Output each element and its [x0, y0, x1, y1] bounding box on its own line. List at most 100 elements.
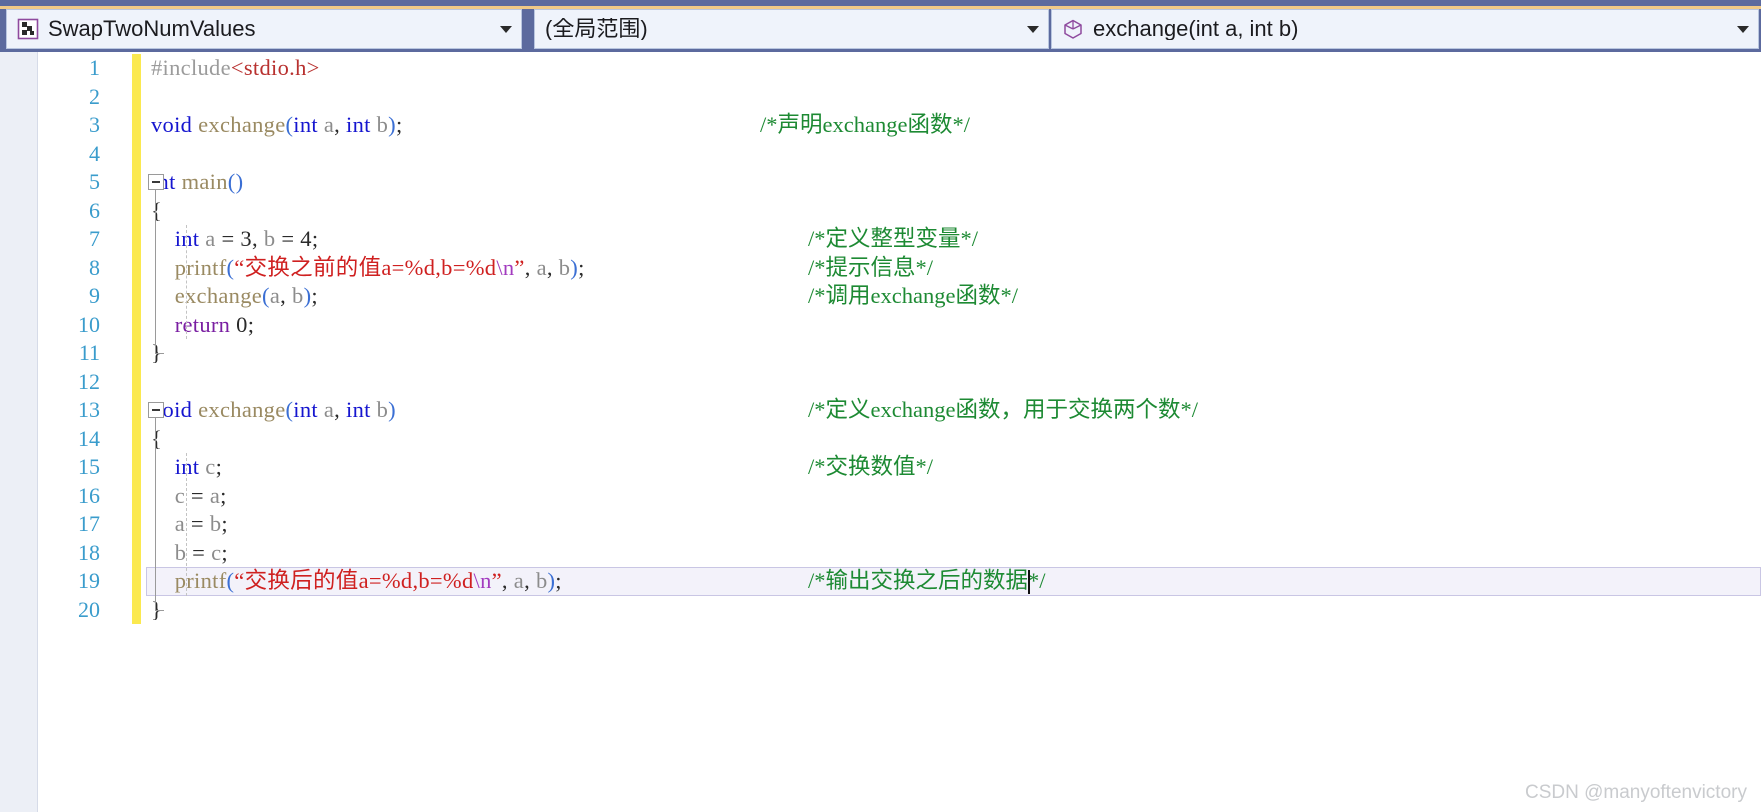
- code-line[interactable]: 4: [38, 139, 1761, 168]
- unsaved-change-indicator: [132, 424, 141, 453]
- code-line[interactable]: 5 int main(): [38, 168, 1761, 197]
- code-token: =: [185, 482, 210, 508]
- code-token: a: [323, 397, 335, 422]
- code-token: b: [376, 397, 389, 422]
- code-token: ;: [395, 112, 403, 137]
- line-number: 11: [78, 340, 100, 365]
- code-text[interactable]: void exchange(int a, int b);: [151, 111, 403, 140]
- unsaved-change-indicator: [132, 111, 141, 140]
- code-line[interactable]: 6{: [38, 196, 1761, 226]
- code-token: c: [151, 482, 185, 508]
- code-token: b: [535, 568, 548, 593]
- code-line[interactable]: 11}: [38, 339, 1761, 368]
- code-text[interactable]: c = a;: [151, 482, 227, 511]
- code-line[interactable]: 14 {: [38, 424, 1761, 454]
- line-number: 17: [78, 511, 100, 536]
- code-line[interactable]: 18 b = c;: [38, 538, 1761, 568]
- code-text[interactable]: int main(): [151, 168, 243, 197]
- code-line[interactable]: 3 void exchange(int a, int b); /*声明exchang…: [38, 111, 1761, 140]
- member-selector-combobox[interactable]: exchange(int a, int b): [1051, 9, 1759, 49]
- code-text[interactable]: int a = 3, b = 4;: [151, 225, 318, 254]
- project-selector-combobox[interactable]: SwapTwoNumValues: [6, 9, 522, 49]
- code-line[interactable]: 17 a = b;: [38, 510, 1761, 539]
- code-comment: /*调用exchange函数*/: [808, 283, 1018, 308]
- unsaved-change-indicator: [132, 82, 141, 111]
- code-line[interactable]: 20}: [38, 595, 1761, 624]
- navigation-bar: SwapTwoNumValues (全局范围) exchange(int a, …: [0, 0, 1761, 52]
- code-text[interactable]: printf(“交换后的值a=%d,b=%d\n”, a, b);: [151, 567, 562, 596]
- code-editor[interactable]: 1 #include<stdio.h> 2 3 void exchange(int a,…: [0, 52, 1761, 812]
- code-token: void: [151, 112, 199, 137]
- code-line[interactable]: 16 c = a;: [38, 481, 1761, 511]
- code-text[interactable]: b = c;: [151, 539, 228, 568]
- line-number: 15: [78, 454, 100, 479]
- code-comment: /*定义exchange函数，用于交换两个数*/: [808, 397, 1198, 422]
- code-token: int: [346, 112, 377, 137]
- code-token: ”: [491, 568, 502, 593]
- code-token: ,: [546, 254, 559, 280]
- code-token: =: [185, 511, 210, 536]
- unsaved-change-indicator: [132, 139, 141, 168]
- code-comment: /*提示信息*/: [808, 254, 934, 280]
- code-token: ,: [524, 254, 537, 280]
- code-text[interactable]: exchange(a, b);: [151, 282, 318, 311]
- code-line[interactable]: 19 printf(“交换后的值a=%d,b=%d\n”, a, b); /*输出…: [38, 567, 1761, 596]
- code-text[interactable]: #include<stdio.h>: [151, 54, 320, 83]
- collapse-toggle-icon[interactable]: [148, 402, 164, 418]
- indent-guide: [186, 225, 187, 339]
- code-text[interactable]: {: [151, 425, 162, 454]
- code-text-surface[interactable]: 1 #include<stdio.h> 2 3 void exchange(int a,…: [38, 52, 1761, 812]
- scope-selector-combobox[interactable]: (全局范围): [534, 9, 1049, 49]
- code-text[interactable]: a = b;: [151, 510, 228, 539]
- line-number: 4: [89, 140, 100, 166]
- line-number: 16: [78, 482, 100, 508]
- code-token: c: [205, 454, 216, 479]
- chevron-down-icon[interactable]: [497, 10, 515, 48]
- code-line[interactable]: 9 exchange(a, b); /*调用exchange函数*/: [38, 282, 1761, 311]
- chevron-down-icon[interactable]: [1024, 10, 1042, 48]
- code-token: int: [293, 397, 324, 422]
- collapse-toggle-icon[interactable]: [148, 174, 164, 190]
- code-token: 3: [240, 226, 252, 251]
- code-line[interactable]: 13 void exchange(int a, int b) /*定义exchang…: [38, 396, 1761, 425]
- code-line[interactable]: 1 #include<stdio.h>: [38, 54, 1761, 83]
- code-text[interactable]: void exchange(int a, int b): [151, 396, 396, 425]
- code-comment: /*交换数值*/: [808, 454, 934, 479]
- line-number: 6: [89, 197, 100, 223]
- code-text[interactable]: return 0;: [151, 311, 254, 340]
- code-line[interactable]: 7 int a = 3, b = 4; /*定义整型变量*/: [38, 225, 1761, 254]
- code-token: ;: [311, 226, 319, 251]
- outlining-bracket-foot: [155, 353, 164, 354]
- code-line[interactable]: 8 printf(“交换之前的值a=%d,b=%d\n”, a, b); /*提示…: [38, 253, 1761, 283]
- code-token: exchange: [198, 112, 286, 137]
- code-token: a: [513, 568, 525, 593]
- code-text[interactable]: printf(“交换之前的值a=%d,b=%d\n”, a, b);: [151, 254, 585, 283]
- code-line[interactable]: 12: [38, 367, 1761, 396]
- outlining-bracket: [155, 418, 156, 610]
- code-line[interactable]: 10 return 0;: [38, 310, 1761, 340]
- code-token: =: [215, 226, 241, 251]
- outlining-bracket: [155, 190, 156, 353]
- chevron-down-icon[interactable]: [1734, 10, 1752, 48]
- code-token: ;: [555, 568, 562, 593]
- editor-indicator-margin[interactable]: [0, 52, 38, 812]
- project-file-icon: [17, 18, 39, 40]
- unsaved-change-indicator: [132, 253, 141, 282]
- code-token: ;: [215, 454, 223, 479]
- line-number: 2: [89, 83, 100, 109]
- code-token: a: [323, 112, 335, 137]
- code-token: (): [227, 169, 244, 194]
- unsaved-change-indicator: [132, 567, 141, 596]
- code-text[interactable]: {: [151, 197, 162, 226]
- indent-guide: [186, 453, 187, 596]
- code-token: exchange: [198, 397, 286, 422]
- unsaved-change-indicator: [132, 282, 141, 311]
- line-number: 3: [89, 112, 100, 137]
- code-token: ): [388, 112, 396, 137]
- code-line[interactable]: 15 int c; /*交换数值*/: [38, 453, 1761, 482]
- project-selector-label: SwapTwoNumValues: [48, 18, 256, 40]
- unsaved-change-indicator: [132, 510, 141, 539]
- code-token: <stdio.h>: [230, 55, 320, 80]
- code-line[interactable]: 2: [38, 82, 1761, 111]
- code-token: int: [346, 397, 377, 422]
